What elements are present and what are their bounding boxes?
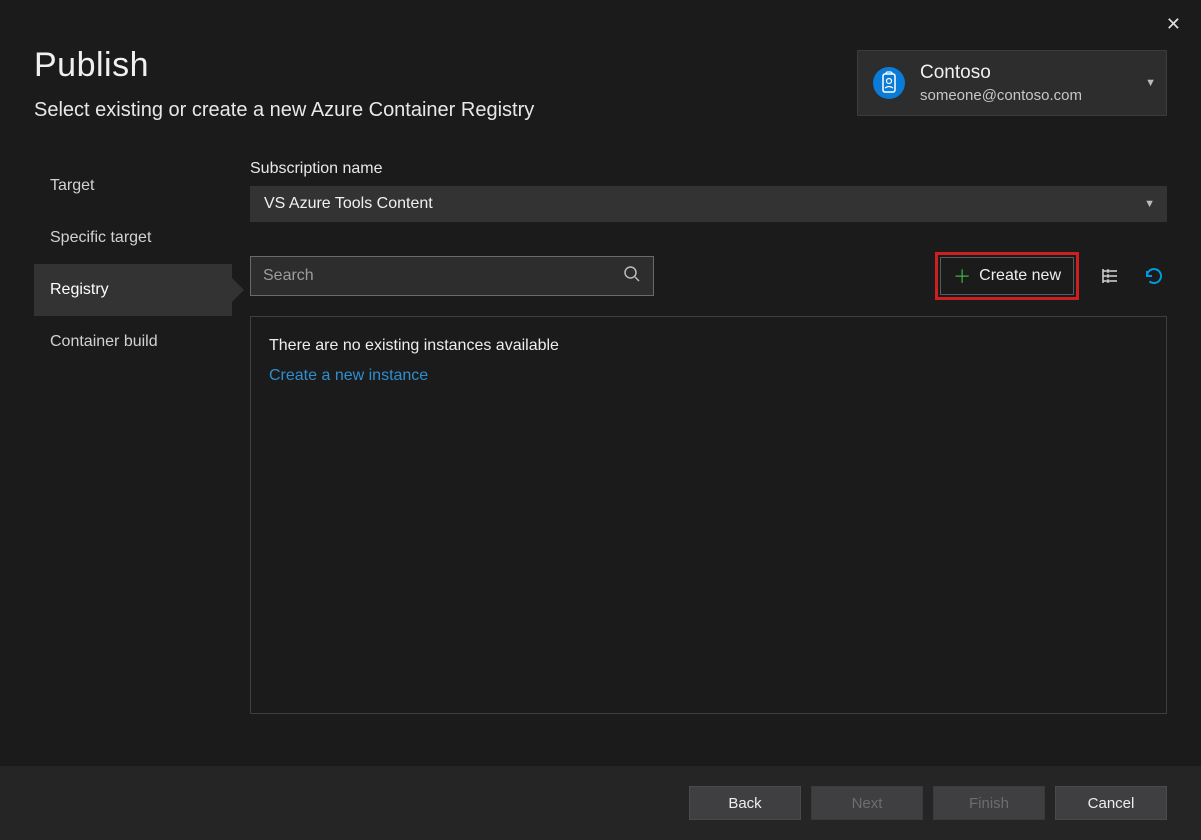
account-avatar-icon [872,66,906,100]
empty-message: There are no existing instances availabl… [269,337,1148,355]
back-button[interactable]: Back [689,786,801,820]
cancel-button[interactable]: Cancel [1055,786,1167,820]
tree-view-icon[interactable] [1097,263,1123,289]
account-name: Contoso [920,61,1082,86]
account-selector[interactable]: Contoso someone@contoso.com ▼ [857,50,1167,116]
subscription-value: VS Azure Tools Content [264,195,433,213]
sidebar-step-registry[interactable]: Registry [34,264,232,316]
search-input[interactable] [263,267,613,285]
create-new-highlight: ＋ Create new [935,252,1079,300]
search-icon [623,265,641,287]
page-title: Publish [34,46,534,85]
search-input-wrapper[interactable] [250,256,654,296]
wizard-sidebar: Target Specific target Registry Containe… [34,160,232,714]
refresh-icon[interactable] [1141,263,1167,289]
sidebar-step-specific-target[interactable]: Specific target [34,212,232,264]
next-button: Next [811,786,923,820]
account-email: someone@contoso.com [920,86,1082,106]
chevron-down-icon: ▼ [1144,198,1155,210]
dialog-footer: Back Next Finish Cancel [0,766,1201,840]
close-icon[interactable]: ✕ [1166,14,1181,35]
sidebar-step-container-build[interactable]: Container build [34,316,232,368]
create-new-label: Create new [979,267,1061,285]
chevron-down-icon: ▼ [1145,77,1156,89]
finish-button: Finish [933,786,1045,820]
create-instance-link[interactable]: Create a new instance [269,367,1148,385]
plus-icon: ＋ [953,263,971,289]
instances-list: There are no existing instances availabl… [250,316,1167,714]
sidebar-step-target[interactable]: Target [34,160,232,212]
create-new-button[interactable]: ＋ Create new [940,257,1074,295]
subscription-label: Subscription name [250,160,1167,178]
page-subtitle: Select existing or create a new Azure Co… [34,99,534,122]
subscription-select[interactable]: VS Azure Tools Content ▼ [250,186,1167,222]
